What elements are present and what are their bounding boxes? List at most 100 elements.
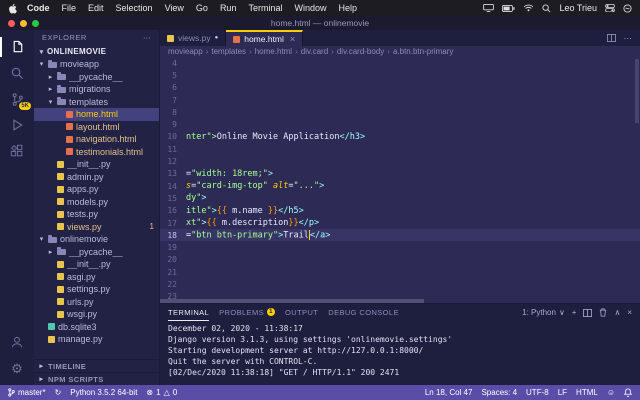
code-line-6[interactable]: 6 [160,82,640,94]
code-line-11[interactable]: 11 [160,143,640,155]
file-settings.py[interactable]: settings.py [34,283,159,296]
panel-tab-debug-console[interactable]: DEBUG CONSOLE [328,304,399,321]
extensions-icon[interactable] [0,138,34,164]
menu-view[interactable]: View [159,3,190,13]
problems-status[interactable]: ⊗ 1 △ 0 [146,388,177,397]
new-terminal-icon[interactable]: + [572,308,577,317]
close-window-button[interactable] [8,19,15,27]
file-layout.html[interactable]: layout.html [34,121,159,134]
code-line-14[interactable]: 14 s="card-img-top" alt="..."> [160,180,640,192]
tab-home.html[interactable]: home.html × [226,30,304,46]
editor[interactable]: 4 5 6 7 8 9 10 nter">Online Movie Application</… [160,57,640,303]
account-icon[interactable] [0,329,34,355]
code-line-16[interactable]: 16 itle">{{ m.name }}</h5> [160,205,640,217]
file-models.py[interactable]: models.py [34,196,159,209]
folder-movieapp[interactable]: ▾ movieapp [34,58,159,71]
breadcrumb-item[interactable]: home.html [255,47,292,56]
panel-tab-problems[interactable]: PROBLEMS 1 [219,304,276,321]
zoom-window-button[interactable] [32,19,39,27]
breadcrumb-item[interactable]: div.card-body [337,47,384,56]
section-timeline[interactable]: ▸ TIMELINE [34,359,159,372]
file-views.py[interactable]: views.py 1 [34,221,159,234]
folder-migrations[interactable]: ▸ migrations [34,83,159,96]
editor-hscrollbar[interactable] [160,299,424,303]
code-line-5[interactable]: 5 [160,69,640,81]
section-npm-scripts[interactable]: ▸ NPM SCRIPTS [34,372,159,385]
terminal-output[interactable]: December 02, 2020 - 11:38:17 Django versi… [160,321,640,380]
eol-selector[interactable]: LF [558,388,567,397]
tab-views.py[interactable]: views.py ● [160,30,227,46]
close-panel-icon[interactable]: × [627,308,632,317]
code-line-20[interactable]: 20 [160,254,640,266]
code-line-8[interactable]: 8 [160,106,640,118]
search-icon[interactable] [0,60,34,86]
file-home.html[interactable]: home.html [34,108,159,121]
file-urls.py[interactable]: urls.py [34,296,159,309]
indentation[interactable]: Spaces: 4 [481,388,517,397]
apple-menu-icon[interactable] [8,3,17,14]
code-line-7[interactable]: 7 [160,94,640,106]
git-branch[interactable]: master* [8,388,46,397]
maximize-panel-icon[interactable]: ∧ [614,308,620,317]
folder-onlinemovie[interactable]: ▾ onlinemovie [34,233,159,246]
folder-templates[interactable]: ▾ templates [34,96,159,109]
code-line-18[interactable]: 18 ="btn btn-primary">Trail</a> [160,229,640,242]
menu-run[interactable]: Run [214,3,243,13]
code-line-9[interactable]: 9 [160,118,640,130]
python-interpreter[interactable]: Python 3.5.2 64-bit [70,388,137,397]
project-section-header[interactable]: ▾ ONLINEMOVIE [34,45,159,58]
file-asgi.py[interactable]: asgi.py [34,271,159,284]
menu-help[interactable]: Help [332,3,363,13]
encoding[interactable]: UTF-8 [526,388,549,397]
file-__init__.py[interactable]: __init__.py [34,158,159,171]
menu-go[interactable]: Go [190,3,214,13]
code-line-4[interactable]: 4 [160,57,640,69]
source-control-icon[interactable]: 5K [0,86,34,112]
code-line-15[interactable]: 15 dy"> [160,192,640,204]
battery-icon[interactable] [502,4,516,12]
file-testimonials.html[interactable]: testimonials.html [34,146,159,159]
shell-selector[interactable]: 1: Python ∨ [522,308,565,317]
notifications-bell-icon[interactable] [624,388,632,397]
minimize-window-button[interactable] [20,19,27,27]
titlebar[interactable]: home.html — onlinemovie [0,16,640,30]
explorer-icon[interactable] [0,34,34,60]
run-debug-icon[interactable] [0,112,34,138]
close-tab-icon[interactable]: × [290,34,295,44]
menu-code[interactable]: Code [21,3,56,13]
breadcrumb-item[interactable]: a.btn.btn-primary [393,47,453,56]
sync-icon[interactable]: ↻ [55,388,62,397]
language-mode[interactable]: HTML [576,388,598,397]
kill-terminal-icon[interactable] [599,308,607,317]
code-line-17[interactable]: 17 xt">{{ m.description}}</p> [160,217,640,229]
spotlight-search-icon[interactable] [542,3,551,13]
cursor-position[interactable]: Ln 18, Col 47 [425,388,473,397]
code-line-21[interactable]: 21 [160,266,640,278]
display-icon[interactable] [483,4,495,12]
more-actions-icon[interactable]: ⋯ [624,33,633,44]
folder-__pycache__[interactable]: ▸ __pycache__ [34,246,159,259]
breadcrumb-item[interactable]: movieapp [168,47,203,56]
panel-tab-output[interactable]: OUTPUT [285,304,318,321]
file-tests.py[interactable]: tests.py [34,208,159,221]
menu-window[interactable]: Window [288,3,332,13]
split-editor-icon[interactable] [606,34,616,42]
feedback-smiley-icon[interactable]: ☺ [607,388,615,397]
file-manage.py[interactable]: manage.py [34,333,159,346]
file-wsgi.py[interactable]: wsgi.py [34,308,159,321]
file-apps.py[interactable]: apps.py [34,183,159,196]
settings-gear-icon[interactable]: ⚙ [0,355,34,381]
wifi-icon[interactable] [523,4,534,12]
code-line-10[interactable]: 10 nter">Online Movie Application</h3> [160,131,640,143]
menubar-username[interactable]: Leo Trieu [559,3,597,13]
editor-vscrollbar[interactable] [635,59,639,123]
code-line-13[interactable]: 13 ="width: 18rem;"> [160,168,640,180]
file-admin.py[interactable]: admin.py [34,171,159,184]
menu-edit[interactable]: Edit [82,3,110,13]
folder-__pycache__[interactable]: ▸ __pycache__ [34,71,159,84]
menu-file[interactable]: File [56,3,83,13]
control-center-icon[interactable] [605,4,615,12]
file-navigation.html[interactable]: navigation.html [34,133,159,146]
menu-terminal[interactable]: Terminal [242,3,288,13]
code-line-19[interactable]: 19 [160,241,640,253]
